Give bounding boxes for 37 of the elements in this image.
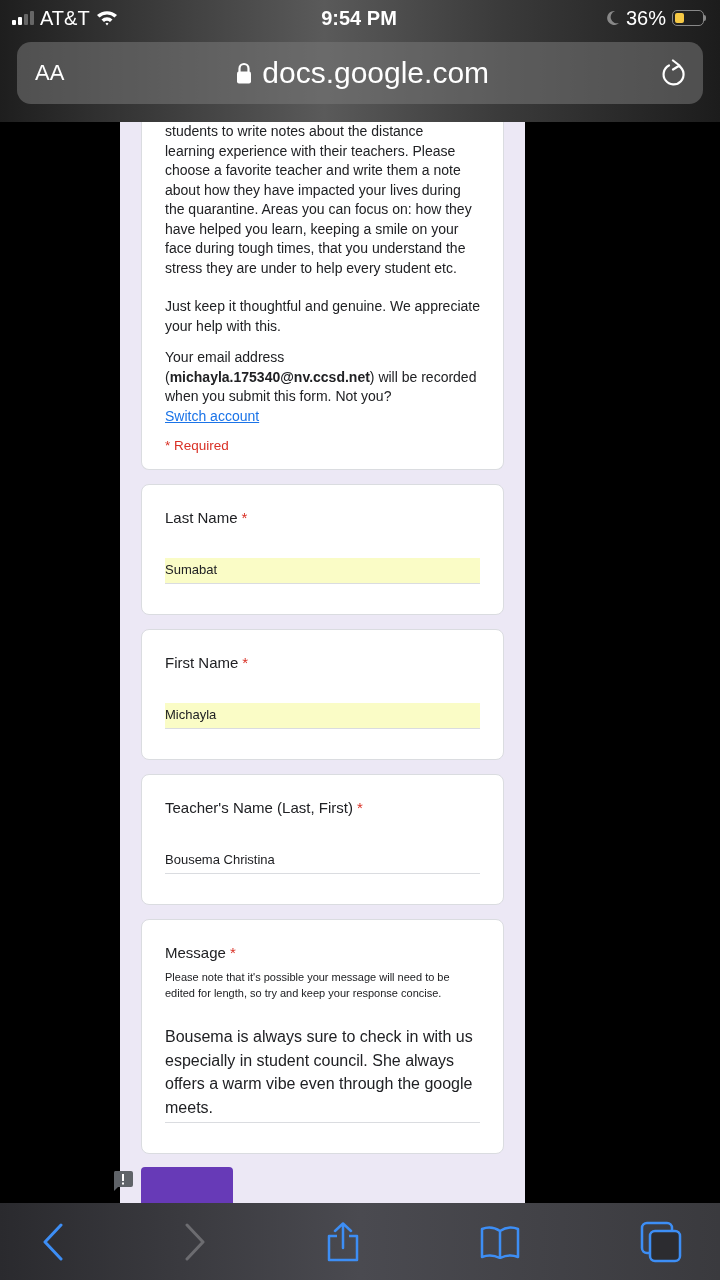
text-field[interactable]: Bousema Christina bbox=[165, 848, 480, 874]
wifi-icon bbox=[95, 10, 118, 26]
url-text: docs.google.com bbox=[262, 56, 490, 90]
text-field[interactable]: Sumabat bbox=[165, 558, 480, 584]
question-title: Last Name * bbox=[165, 509, 249, 526]
help-text: Please note that it's possible your message will need to be edited for length, so try and keep your response concise. bbox=[165, 970, 451, 1001]
battery-percentage: 36% bbox=[625, 6, 666, 30]
lock-icon bbox=[236, 62, 253, 84]
signal-icon bbox=[12, 11, 34, 25]
text-size-button[interactable]: AA bbox=[35, 60, 65, 86]
share-icon[interactable] bbox=[326, 1221, 360, 1262]
email-notice: Your email address (michayla.175340@nv.ccsd.net) will be recorded when you submit this form. Not you? Switch account bbox=[165, 348, 478, 426]
required-asterisk: * bbox=[229, 944, 236, 961]
required-asterisk: * bbox=[241, 509, 248, 526]
battery-icon bbox=[672, 10, 706, 26]
description-text: learning experience with their teachers. Please choose a favorite teacher and write them a note about how they have impacted your lives during the quarantine. Areas you can focus on: how they have helped you learn, keeping a smile on your face during tough times, that you understand the stress they are under to help every student etc. bbox=[165, 141, 473, 278]
required-asterisk: * bbox=[356, 799, 363, 816]
tabs-icon[interactable] bbox=[640, 1220, 682, 1263]
clock-time: 9:54 PM bbox=[321, 6, 397, 30]
required-note: * Required bbox=[165, 438, 230, 453]
text-area[interactable]: Bousema is always sure to check in with us especially in student council. She always offers a warm vibe even through the google meets. bbox=[165, 1025, 480, 1123]
carrier-name: AT&T bbox=[40, 6, 90, 30]
description-text: students to write notes about the distance bbox=[165, 122, 425, 141]
text-field[interactable]: Michayla bbox=[165, 703, 480, 729]
required-asterisk: * bbox=[242, 654, 249, 671]
address-bar[interactable]: AA docs.google.com bbox=[17, 42, 703, 104]
reload-icon[interactable] bbox=[661, 59, 687, 87]
moon-icon bbox=[605, 10, 620, 26]
forward-icon[interactable] bbox=[184, 1222, 206, 1261]
switch-account-link[interactable]: Switch account bbox=[165, 407, 260, 424]
bookmarks-icon[interactable] bbox=[480, 1224, 520, 1259]
description-text: Just keep it thoughtful and genuine. We appreciate your help with this. bbox=[165, 297, 480, 336]
question-title: First Name * bbox=[165, 654, 250, 671]
question-title: Teacher's Name (Last, First) * bbox=[165, 799, 364, 816]
feedback-icon[interactable] bbox=[113, 1171, 133, 1191]
back-icon[interactable] bbox=[42, 1222, 64, 1261]
question-title: Message * bbox=[165, 944, 237, 961]
